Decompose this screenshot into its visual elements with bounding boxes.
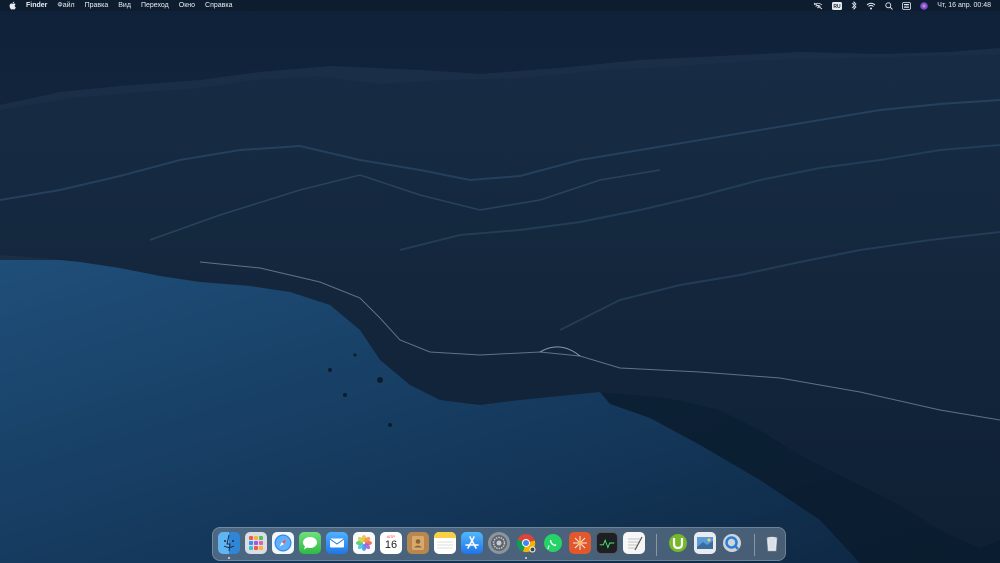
menu-window[interactable]: Окно (179, 0, 195, 11)
calendar-day: 16 (384, 539, 398, 551)
dock-notes-icon[interactable] (434, 532, 456, 554)
menu-file[interactable]: Файл (57, 0, 74, 11)
dock-preview-icon[interactable] (694, 532, 716, 554)
menu-view[interactable]: Вид (118, 0, 131, 11)
dock-whatsapp-icon[interactable] (542, 532, 564, 554)
dock-finder-icon[interactable] (218, 532, 240, 554)
input-source-label: RU (834, 4, 842, 10)
running-indicator (525, 557, 527, 559)
dock-utorrent-icon[interactable] (667, 532, 689, 554)
spotlight-search-icon[interactable] (885, 1, 894, 10)
apple-logo-icon[interactable] (9, 1, 17, 10)
wifi-icon[interactable] (866, 2, 876, 10)
menu-clock[interactable]: Чт, 16 апр. 00:48 (937, 0, 991, 11)
desktop-wallpaper (0, 0, 1000, 563)
dock-quicktime-icon[interactable] (721, 532, 743, 554)
dock-safari-icon[interactable] (272, 532, 294, 554)
control-center-icon[interactable] (902, 1, 912, 10)
menu-bar: Finder Файл Правка Вид Переход Окно Спра… (0, 0, 1000, 11)
dock-mail-icon[interactable] (326, 532, 348, 554)
siri-icon[interactable] (920, 1, 929, 10)
dock-trash-icon[interactable] (761, 532, 783, 554)
dock-app-store-icon[interactable] (461, 532, 483, 554)
dock-chrome-icon[interactable] (515, 532, 537, 554)
dock-launchpad-icon[interactable] (245, 532, 267, 554)
dock-grapher-icon[interactable] (569, 532, 591, 554)
menu-go[interactable]: Переход (141, 0, 169, 11)
dock-contacts-icon[interactable] (407, 532, 429, 554)
bluetooth-icon[interactable] (851, 1, 857, 10)
dock-photos-icon[interactable] (353, 532, 375, 554)
dock-activity-monitor-icon[interactable] (596, 532, 618, 554)
input-source-icon[interactable]: RU (832, 1, 843, 10)
menu-app-finder[interactable]: Finder (26, 0, 47, 11)
dock-separator (656, 534, 657, 556)
dock-system-preferences-icon[interactable] (488, 532, 510, 554)
dock-separator (754, 534, 755, 556)
dock-calendar-icon[interactable]: АПР. 16 (380, 532, 402, 554)
dock-textedit-icon[interactable] (623, 532, 645, 554)
menu-edit[interactable]: Правка (85, 0, 109, 11)
dock-messages-icon[interactable] (299, 532, 321, 554)
running-indicator (228, 557, 230, 559)
menu-help[interactable]: Справка (205, 0, 232, 11)
dock: АПР. 16 (212, 527, 786, 561)
wifi-off-icon[interactable] (813, 2, 823, 10)
